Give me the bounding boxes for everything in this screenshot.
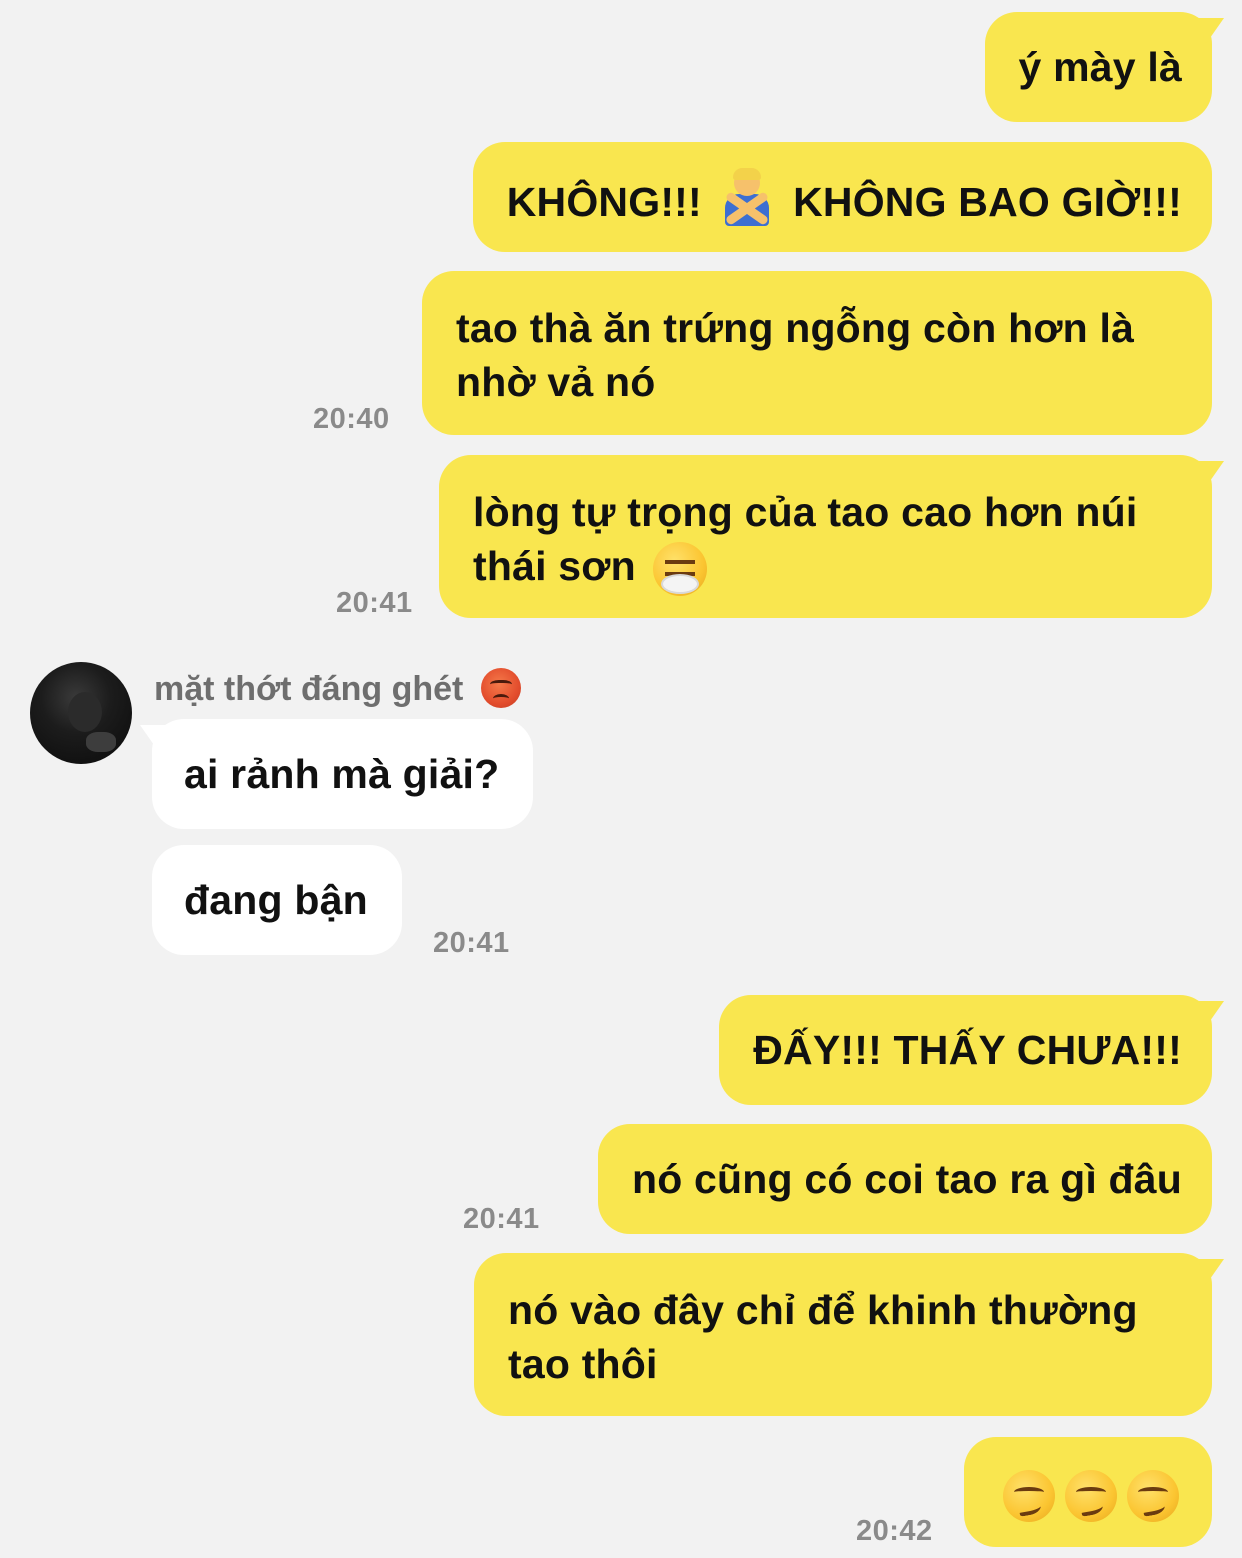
contact-avatar[interactable] xyxy=(30,662,132,764)
message-timestamp: 20:41 xyxy=(433,927,510,959)
message-text: lòng tự trọng của tao cao hơn núi thái s… xyxy=(473,489,1138,589)
message-timestamp: 20:40 xyxy=(313,403,390,435)
smirking-face-icon xyxy=(1127,1470,1179,1523)
message-text: đang bận xyxy=(184,877,368,923)
message-bubble-outgoing[interactable] xyxy=(964,1437,1212,1547)
message-bubble-outgoing[interactable]: ĐẤY!!! THẤY CHƯA!!! xyxy=(719,995,1212,1105)
message-text: ai rảnh mà giải? xyxy=(184,751,500,797)
message-timestamp: 20:41 xyxy=(463,1203,540,1235)
face-with-steam-icon xyxy=(653,542,708,597)
message-text: nó cũng có coi tao ra gì đâu xyxy=(631,1156,1182,1202)
message-bubble-outgoing[interactable]: ý mày là xyxy=(984,12,1212,122)
message-bubble-incoming[interactable]: đang bận xyxy=(152,845,402,955)
message-bubble-outgoing[interactable]: nó vào đây chỉ để khinh thường tao thôi xyxy=(474,1253,1212,1416)
smirking-face-icon xyxy=(1065,1470,1117,1523)
person-gesturing-no-icon xyxy=(719,168,775,226)
message-timestamp: 20:41 xyxy=(336,587,413,619)
message-text: KHÔNG!!! xyxy=(506,179,702,225)
message-text: KHÔNG BAO GIỜ!!! xyxy=(793,179,1182,225)
smirking-face-icon xyxy=(1003,1470,1055,1523)
message-text: ý mày là xyxy=(1018,44,1182,90)
chat-window: ý mày là KHÔNG!!! KHÔNG BAO GIỜ!!! tao t… xyxy=(0,0,1242,1558)
message-timestamp: 20:42 xyxy=(856,1515,933,1547)
message-bubble-outgoing[interactable]: nó cũng có coi tao ra gì đâu xyxy=(597,1124,1212,1234)
message-bubble-outgoing[interactable]: lòng tự trọng của tao cao hơn núi thái s… xyxy=(439,455,1212,618)
angry-face-icon xyxy=(480,668,521,708)
message-bubble-incoming[interactable]: ai rảnh mà giải? xyxy=(152,719,534,829)
message-text: nó vào đây chỉ để khinh thường tao thôi xyxy=(508,1287,1138,1387)
contact-name: mặt thớt đáng ghét xyxy=(154,668,521,709)
message-text: ĐẤY!!! THẤY CHƯA!!! xyxy=(753,1027,1182,1073)
message-bubble-outgoing[interactable]: tao thà ăn trứng ngỗng còn hơn là nhờ vả… xyxy=(422,271,1212,435)
message-bubble-outgoing[interactable]: KHÔNG!!! KHÔNG BAO GIỜ!!! xyxy=(472,142,1212,252)
message-text: tao thà ăn trứng ngỗng còn hơn là nhờ vả… xyxy=(456,305,1135,405)
